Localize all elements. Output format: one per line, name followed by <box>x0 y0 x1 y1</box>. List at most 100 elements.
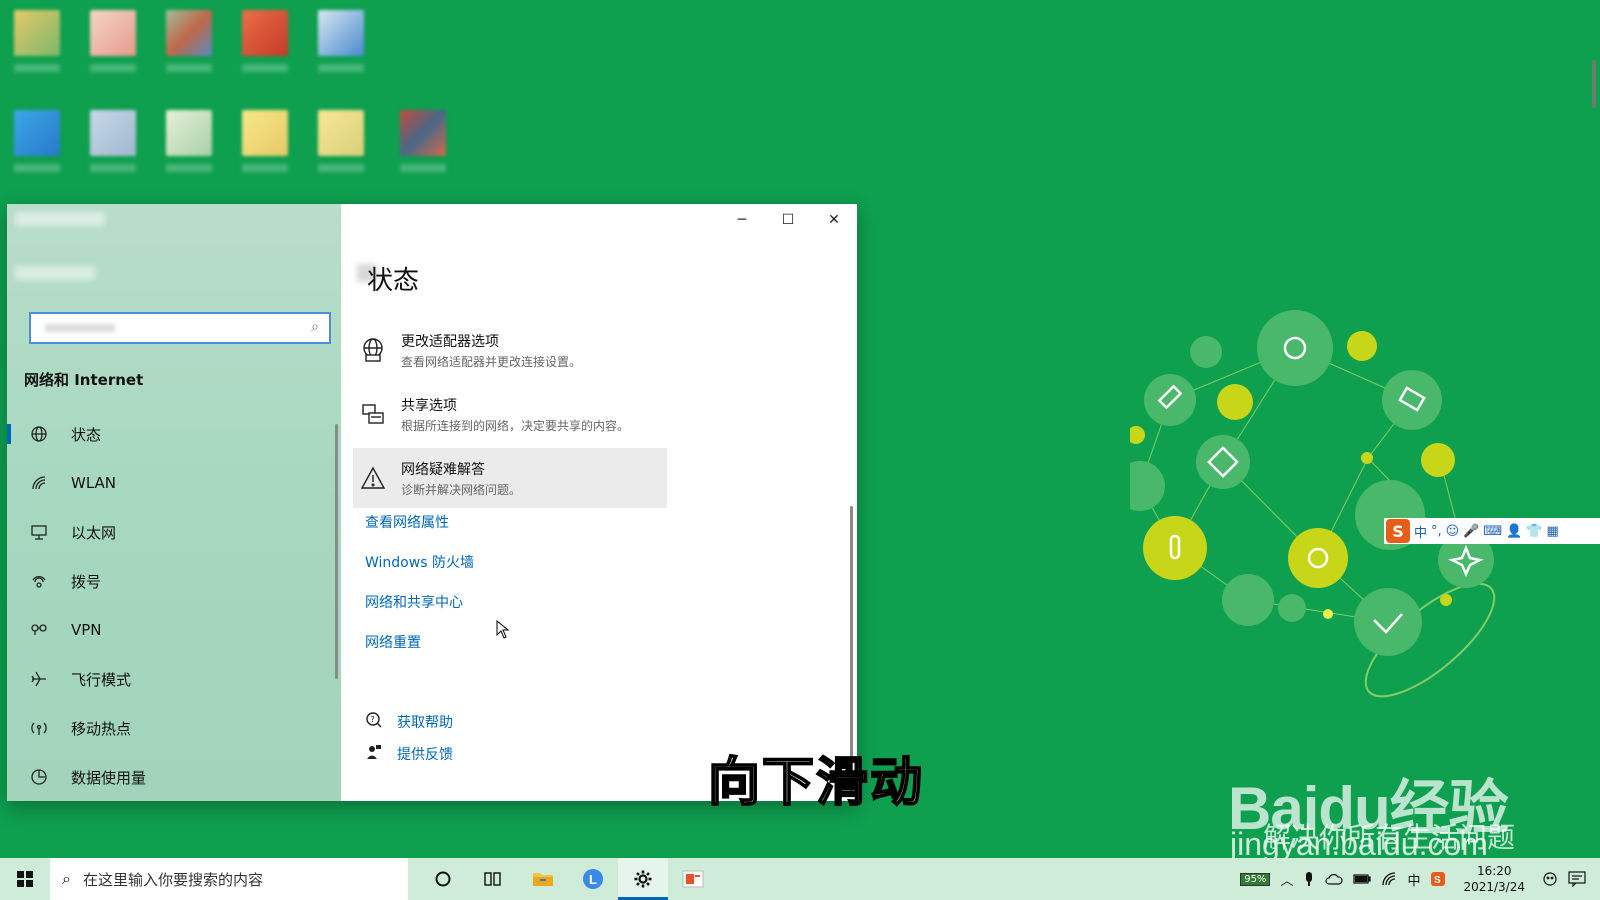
ime-user-icon[interactable]: 👤 <box>1506 524 1522 539</box>
app-l-button[interactable]: L <box>568 858 618 900</box>
svg-text:L: L <box>589 872 597 887</box>
task-view-icon <box>484 872 501 886</box>
ime-punctuation-toggle[interactable]: °, <box>1431 524 1442 539</box>
link-network-reset[interactable]: 网络重置 <box>365 632 421 652</box>
sidebar-item-status[interactable]: 状态 <box>7 414 337 454</box>
desktop-icon[interactable] <box>166 110 216 172</box>
sidebar-item-hotspot[interactable]: 移动热点 <box>7 708 337 748</box>
file-explorer-button[interactable] <box>518 858 568 900</box>
battery-percent[interactable]: 95% <box>1240 872 1271 886</box>
sidebar-item-wlan[interactable]: WLAN <box>7 463 337 503</box>
option-adapter-desc: 查看网络适配器并更改连接设置。 <box>401 354 582 369</box>
video-subtitle: 向下滑动 <box>707 752 925 814</box>
option-troubleshoot[interactable]: 网络疑难解答 诊断并解决网络问题。 <box>353 448 667 508</box>
wifi-icon[interactable] <box>1381 871 1397 887</box>
airplane-icon <box>23 670 55 688</box>
sidebar-scrollbar[interactable] <box>335 424 338 679</box>
system-tray: 95% ︿ 中 S 16:20 2021/3/24 <box>1235 858 1600 900</box>
wallpaper-art <box>1130 310 1496 698</box>
ime-voice-icon[interactable]: 🎤 <box>1463 524 1479 539</box>
search-icon: ⌕ <box>311 319 319 335</box>
option-sharing-desc: 根据所连接到的网络，决定要共享的内容。 <box>401 418 630 433</box>
search-icon: ⌕ <box>62 869 71 888</box>
desktop-icon[interactable] <box>14 10 64 72</box>
link-windows-firewall[interactable]: Windows 防火墙 <box>365 552 474 572</box>
option-troubleshoot-title: 网络疑难解答 <box>401 461 485 478</box>
desktop-icon[interactable] <box>90 10 140 72</box>
close-button[interactable]: ✕ <box>811 204 857 236</box>
get-help-link[interactable]: ? 获取帮助 <box>365 711 453 733</box>
chevron-up-icon[interactable]: ︿ <box>1280 870 1293 889</box>
desktop-icon[interactable] <box>318 10 368 72</box>
desktop-icon[interactable] <box>14 110 64 172</box>
desktop-icon[interactable] <box>400 110 450 172</box>
gear-icon <box>634 870 652 888</box>
windows-logo-icon <box>17 871 33 887</box>
hotspot-icon <box>23 719 55 737</box>
warning-icon <box>353 465 393 491</box>
sogou-logo-icon[interactable]: S <box>1386 519 1410 543</box>
vpn-icon <box>23 621 55 639</box>
option-adapter[interactable]: 更改适配器选项 查看网络适配器并更改连接设置。 <box>353 320 667 380</box>
sidebar-item-ethernet[interactable]: 以太网 <box>7 512 337 552</box>
onedrive-icon[interactable] <box>1325 873 1344 885</box>
maximize-button[interactable]: ☐ <box>765 204 811 236</box>
ethernet-icon <box>23 523 55 541</box>
microphone-icon[interactable] <box>1303 871 1315 887</box>
settings-search-input[interactable]: ⌕ <box>29 312 331 344</box>
option-sharing-title: 共享选项 <box>401 397 457 414</box>
task-view-button[interactable] <box>468 858 518 900</box>
desktop-icon[interactable] <box>90 110 140 172</box>
ime-emoji-icon[interactable]: ☺ <box>1446 524 1460 539</box>
taskbar-search-placeholder: 在这里输入你要搜索的内容 <box>82 870 263 889</box>
ime-indicator[interactable]: 中 <box>1407 870 1420 889</box>
option-adapter-title: 更改适配器选项 <box>401 333 499 350</box>
page-title: 状态 <box>367 266 420 296</box>
desktop-icon[interactable] <box>318 110 368 172</box>
sogou-tray-icon[interactable]: S <box>1430 871 1446 887</box>
minimize-button[interactable]: ─ <box>719 204 765 236</box>
desktop-icon[interactable] <box>242 10 292 72</box>
sidebar-item-data-usage[interactable]: 数据使用量 <box>7 757 337 797</box>
sidebar-item-dialup[interactable]: 拨号 <box>7 561 337 601</box>
taskbar: ⌕ 在这里输入你要搜索的内容 L 95% ︿ 中 S 16:20 2021/3/… <box>0 858 1600 900</box>
link-network-sharing-center[interactable]: 网络和共享中心 <box>365 592 463 612</box>
svg-text:?: ? <box>371 715 375 724</box>
feedback-link[interactable]: 提供反馈 <box>365 743 453 765</box>
action-center-icon[interactable] <box>1568 871 1586 887</box>
start-button[interactable] <box>0 858 50 900</box>
sidebar-blurred-home <box>15 266 95 280</box>
desktop-scroll-indicator <box>1592 60 1596 108</box>
globe-icon <box>23 425 55 443</box>
cortana-icon <box>435 871 451 887</box>
ime-skin-icon[interactable]: 👕 <box>1526 524 1542 539</box>
sidebar-item-vpn[interactable]: VPN <box>7 610 337 650</box>
app-l-icon: L <box>583 869 603 889</box>
ime-toolbox-icon[interactable]: ▦ <box>1547 524 1559 539</box>
battery-icon[interactable] <box>1353 874 1372 884</box>
presentation-icon <box>682 870 704 888</box>
cortana-button[interactable] <box>418 858 468 900</box>
sidebar-blurred-header <box>15 212 105 226</box>
option-sharing[interactable]: 共享选项 根据所连接到的网络，决定要共享的内容。 <box>353 384 667 444</box>
ime-toolbar[interactable]: S 中 °, ☺ 🎤 ⌨ 👤 👕 ▦ <box>1384 518 1600 544</box>
settings-taskbar-button[interactable] <box>618 858 668 900</box>
feedback-icon <box>365 743 383 765</box>
help-icon: ? <box>365 711 383 733</box>
link-network-properties[interactable]: 查看网络属性 <box>365 512 449 532</box>
sharing-icon <box>353 401 393 427</box>
ime-chinese-toggle[interactable]: 中 <box>1414 522 1427 541</box>
sidebar-item-airplane[interactable]: 飞行模式 <box>7 659 337 699</box>
desktop-icon[interactable] <box>166 10 216 72</box>
feedback-hub-icon[interactable] <box>1542 871 1558 887</box>
window-controls: ─ ☐ ✕ <box>719 204 857 236</box>
desktop-icon[interactable] <box>242 110 292 172</box>
dialup-icon <box>23 572 55 590</box>
taskbar-clock[interactable]: 16:20 2021/3/24 <box>1463 863 1525 895</box>
settings-window: ⌕ 网络和 Internet 状态 WLAN 以太网 拨号 VPN 飞行模式 移… <box>7 204 857 801</box>
ime-keyboard-icon[interactable]: ⌨ <box>1483 524 1502 539</box>
presentation-app-button[interactable] <box>668 858 718 900</box>
taskbar-search-input[interactable]: ⌕ 在这里输入你要搜索的内容 <box>50 858 408 900</box>
wifi-icon <box>23 474 55 492</box>
option-troubleshoot-desc: 诊断并解决网络问题。 <box>401 482 522 497</box>
